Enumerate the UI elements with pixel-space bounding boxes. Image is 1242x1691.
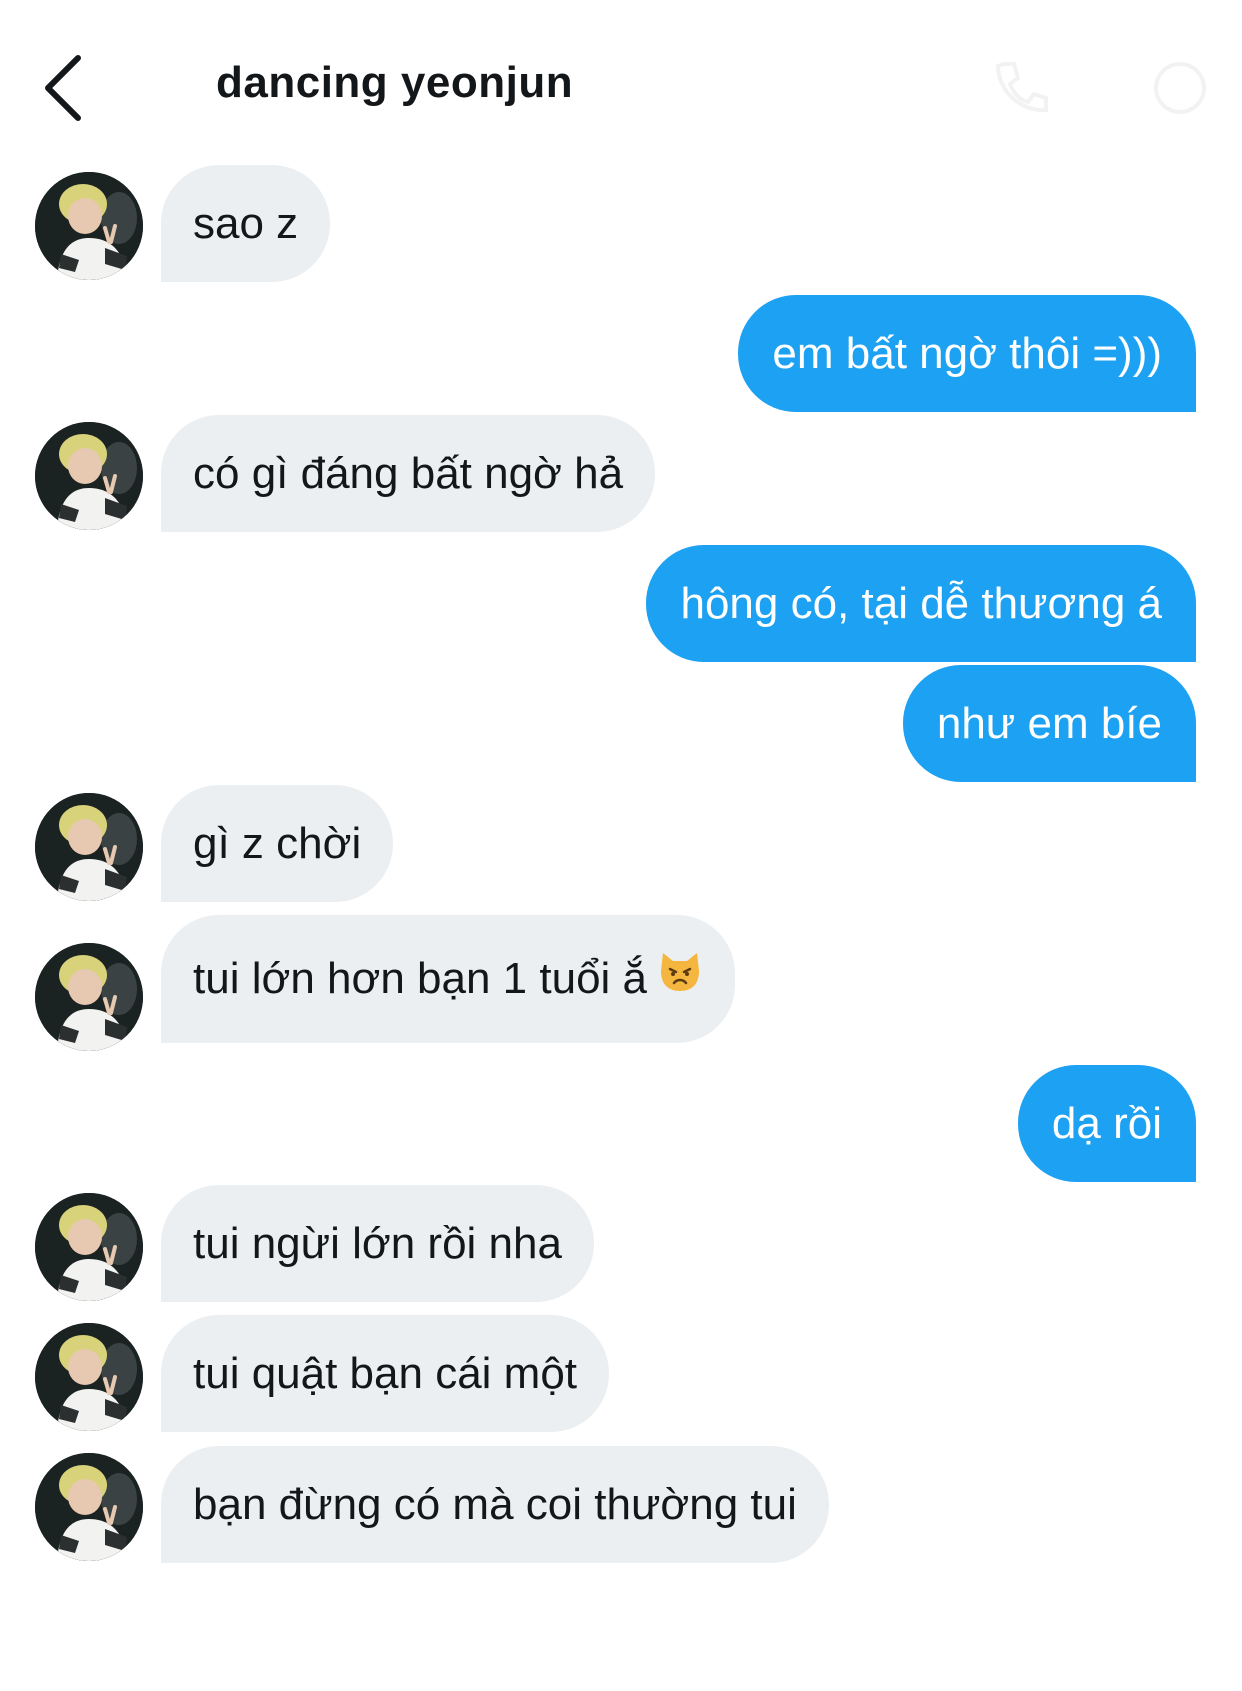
conversation-title[interactable]: dancing yeonjun (216, 58, 573, 108)
contact-avatar[interactable] (35, 943, 143, 1051)
message-text: tui lớn hơn bạn 1 tuổi ắ (193, 954, 648, 1003)
contact-avatar[interactable] (35, 172, 143, 280)
incoming-message[interactable]: tui quật bạn cái một (161, 1315, 610, 1432)
chat-header: dancing yeonjun (0, 0, 1242, 160)
info-icon[interactable] (1150, 58, 1210, 118)
contact-avatar[interactable] (35, 422, 143, 530)
contact-avatar[interactable] (35, 1323, 143, 1431)
incoming-message[interactable]: có gì đáng bất ngờ hả (161, 415, 656, 532)
incoming-message[interactable]: gì z chời (161, 785, 394, 902)
outgoing-message[interactable]: em bất ngờ thôi =))) (738, 295, 1196, 412)
outgoing-message[interactable]: như em bíe (902, 665, 1196, 782)
contact-avatar[interactable] (35, 793, 143, 901)
outgoing-message[interactable]: hông có, tại dễ thương á (646, 545, 1196, 662)
incoming-message[interactable]: tui ngừi lớn rồi nha (161, 1185, 594, 1302)
outgoing-message[interactable]: dạ rồi (1017, 1065, 1196, 1182)
incoming-message[interactable]: bạn đừng có mà coi thường tui (161, 1446, 829, 1563)
incoming-message[interactable]: sao z (161, 165, 331, 282)
contact-avatar[interactable] (35, 1193, 143, 1301)
incoming-message[interactable]: tui lớn hơn bạn 1 tuổi ắ (161, 915, 736, 1045)
chevron-left-icon (45, 55, 81, 121)
pouting-cat-emoji-icon (657, 917, 703, 1045)
contact-avatar[interactable] (35, 1453, 143, 1561)
back-button[interactable] (40, 52, 100, 122)
phone-icon[interactable] (990, 58, 1050, 118)
